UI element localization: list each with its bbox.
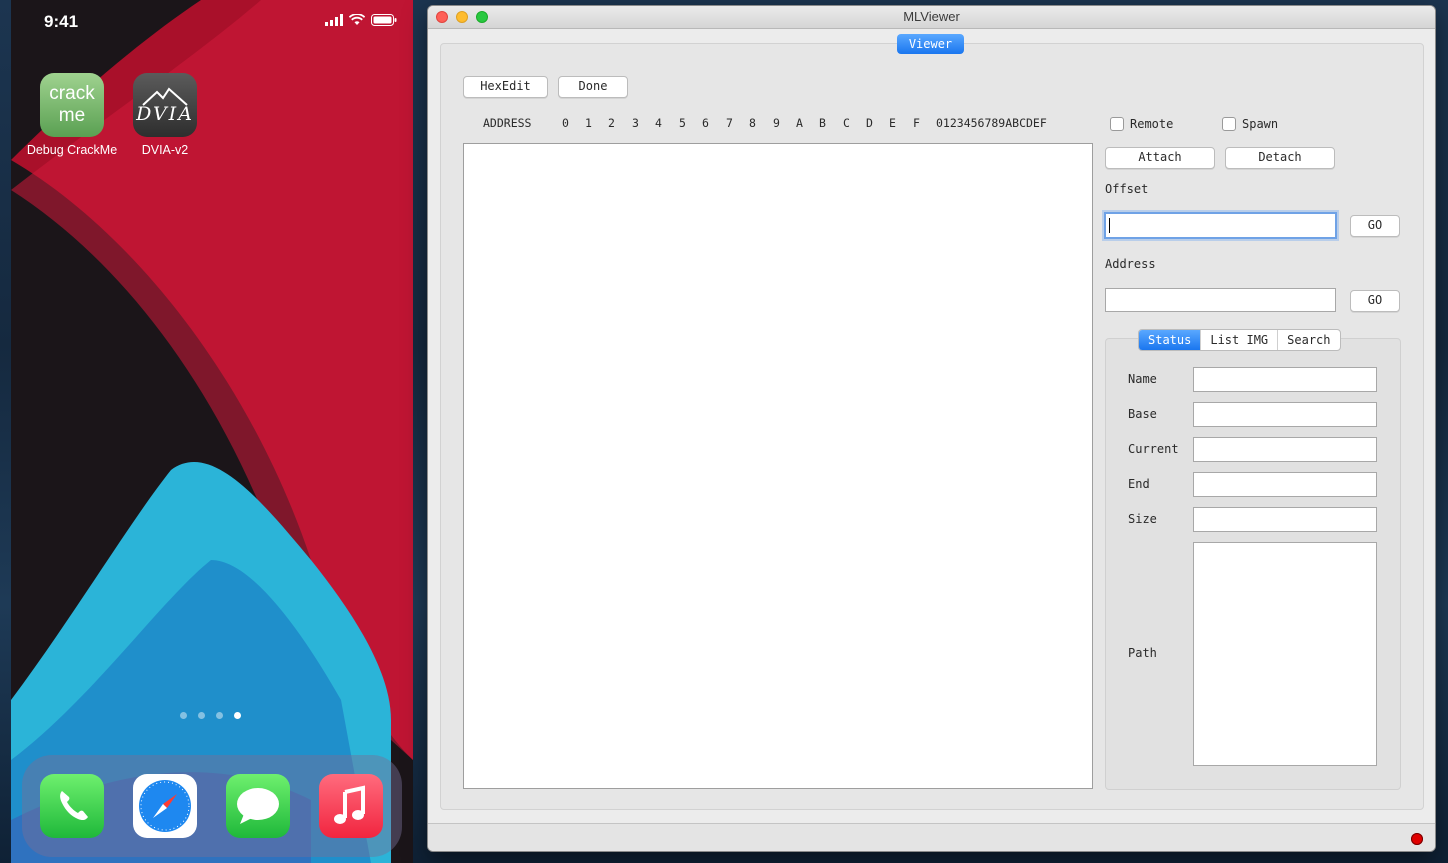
offset-label: Offset	[1105, 182, 1149, 196]
done-button[interactable]: Done	[558, 76, 628, 98]
end-label: End	[1128, 477, 1150, 491]
dvia-app-icon[interactable]: DVIA	[133, 73, 197, 137]
spawn-checkbox[interactable]: Spawn	[1222, 117, 1278, 131]
path-label: Path	[1128, 646, 1157, 660]
cellular-signal-icon	[325, 14, 343, 26]
base-label: Base	[1128, 407, 1157, 421]
detach-button[interactable]: Detach	[1225, 147, 1335, 169]
offset-go-button[interactable]: GO	[1350, 215, 1400, 237]
tab-list-img[interactable]: List IMG	[1200, 330, 1277, 350]
attach-button[interactable]: Attach	[1105, 147, 1215, 169]
size-field[interactable]	[1193, 507, 1377, 532]
checkbox-box[interactable]	[1222, 117, 1236, 131]
app-label: DVIA-v2	[141, 143, 189, 157]
dock	[22, 755, 402, 857]
battery-icon	[371, 14, 397, 26]
page-dot[interactable]	[216, 712, 223, 719]
hexedit-button[interactable]: HexEdit	[463, 76, 548, 98]
checkbox-box[interactable]	[1110, 117, 1124, 131]
hex-header-ascii: 0123456789ABCDEF	[936, 116, 1047, 130]
music-app-icon[interactable]	[319, 774, 383, 838]
window-title: MLViewer	[903, 9, 960, 24]
hex-col: 9	[773, 116, 780, 130]
path-textarea[interactable]	[1193, 542, 1377, 766]
name-field[interactable]	[1193, 367, 1377, 392]
mlviewer-window: MLViewer Viewer HexEdit Done ADDRESS 0 1…	[428, 6, 1435, 851]
info-tabs: Status List IMG Search	[1138, 329, 1341, 351]
iphone-simulator: 9:41 crack me Debug CrackMe DVIA DVIA-v2	[11, 0, 413, 863]
hex-col: E	[889, 116, 896, 130]
address-go-button[interactable]: GO	[1350, 290, 1400, 312]
page-dot-active[interactable]	[234, 712, 241, 719]
address-label: Address	[1105, 257, 1156, 271]
hex-col: B	[819, 116, 826, 130]
tab-viewer[interactable]: Viewer	[897, 34, 964, 54]
window-bottom-bar	[428, 823, 1435, 851]
hex-col: 8	[749, 116, 756, 130]
page-dot[interactable]	[180, 712, 187, 719]
crackme-app-icon[interactable]: crack me	[40, 73, 104, 137]
hex-header-address: ADDRESS	[483, 116, 532, 130]
remote-checkbox[interactable]: Remote	[1110, 117, 1173, 131]
phone-app-icon[interactable]	[40, 774, 104, 838]
page-indicator[interactable]	[180, 712, 241, 719]
messages-app-icon[interactable]	[226, 774, 290, 838]
record-indicator-icon	[1411, 833, 1423, 845]
tab-search[interactable]: Search	[1277, 330, 1339, 350]
current-field[interactable]	[1193, 437, 1377, 462]
app-dvia-v2[interactable]: DVIA DVIA-v2	[133, 73, 197, 157]
page-dot[interactable]	[198, 712, 205, 719]
current-label: Current	[1128, 442, 1179, 456]
hex-col: D	[866, 116, 873, 130]
address-input[interactable]	[1105, 288, 1336, 312]
tab-status[interactable]: Status	[1139, 330, 1201, 350]
hex-col: C	[843, 116, 850, 130]
hex-col: 4	[655, 116, 662, 130]
hex-col: F	[913, 116, 920, 130]
offset-input[interactable]	[1104, 212, 1337, 239]
size-label: Size	[1128, 512, 1157, 526]
name-label: Name	[1128, 372, 1157, 386]
hex-col: 7	[726, 116, 733, 130]
spawn-label: Spawn	[1242, 117, 1279, 131]
wifi-icon	[349, 14, 365, 25]
hex-col: 1	[585, 116, 592, 130]
hex-col: 2	[608, 116, 615, 130]
status-time: 9:41	[44, 12, 79, 31]
remote-label: Remote	[1130, 117, 1174, 131]
hex-dump-area[interactable]	[463, 143, 1093, 789]
window-titlebar[interactable]: MLViewer	[428, 6, 1435, 29]
base-field[interactable]	[1193, 402, 1377, 427]
text-caret	[1109, 218, 1110, 233]
hex-col: 5	[679, 116, 686, 130]
hex-col: 0	[562, 116, 569, 130]
hex-col: 3	[632, 116, 639, 130]
ios-status-bar: 9:41	[11, 0, 413, 44]
app-debug-crackme[interactable]: crack me Debug CrackMe	[27, 73, 117, 157]
end-field[interactable]	[1193, 472, 1377, 497]
hex-col: 6	[702, 116, 709, 130]
hex-col: A	[796, 116, 803, 130]
safari-app-icon[interactable]	[133, 774, 197, 838]
